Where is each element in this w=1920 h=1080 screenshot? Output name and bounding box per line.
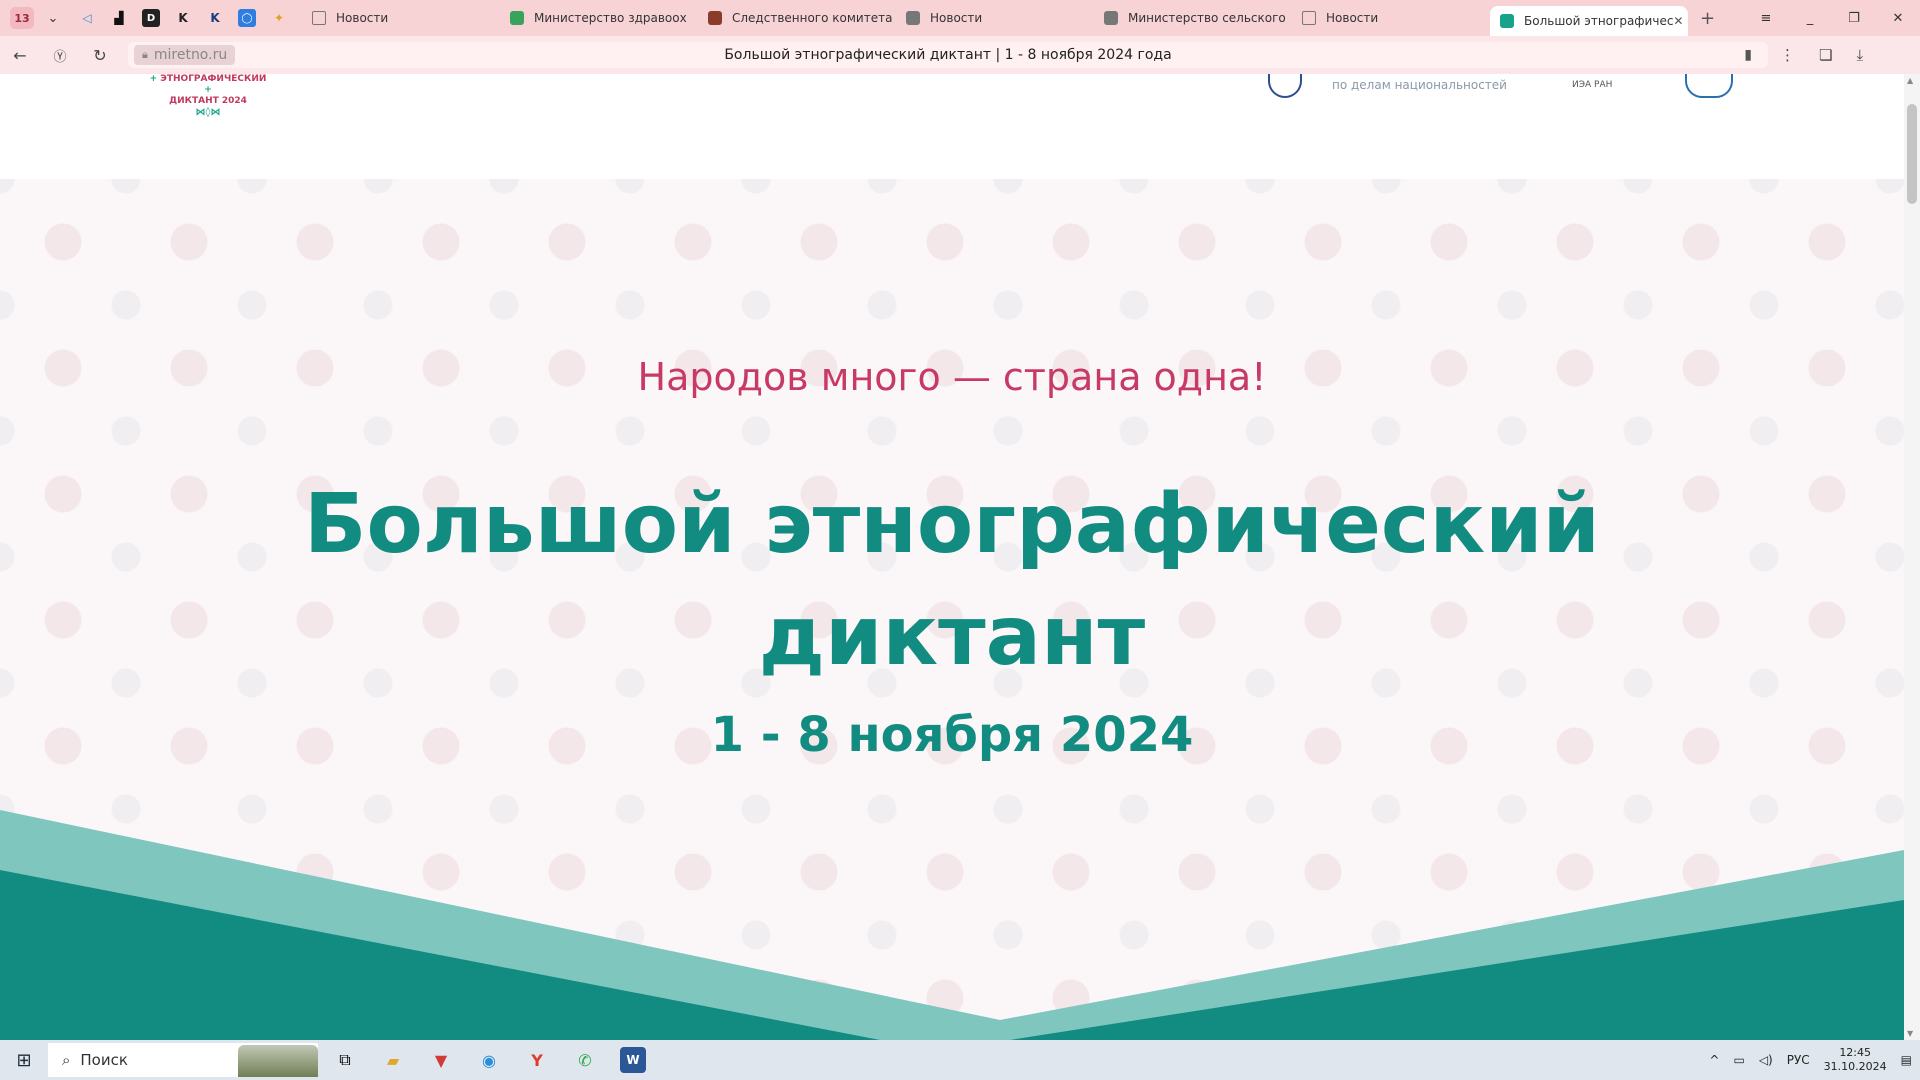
messenger-pinned-icon[interactable]: ◯	[238, 9, 256, 27]
taskbar-apps: ⧉ ▰ ▼ ◉ Y ✆ W	[332, 1047, 646, 1073]
lock-icon: 🔒︎	[142, 48, 148, 61]
windows-taskbar: ⊞ ⌕ Поиск ⧉ ▰ ▼ ◉ Y ✆ W ^ ▭ ◁) РУС 12:45…	[0, 1040, 1920, 1080]
hero-title-line-1: Большой этнографический	[303, 477, 1601, 572]
yandex-icon[interactable]: Ⓨ	[40, 46, 80, 65]
tab-label: Новости	[336, 11, 389, 25]
search-highlight-image	[238, 1045, 318, 1077]
star-pinned-icon[interactable]: ✦	[270, 9, 288, 27]
page-title-display: Большой этнографический диктант | 1 - 8 …	[724, 47, 1172, 63]
kontur-pinned-icon[interactable]: K	[206, 9, 224, 27]
browser-tab-1[interactable]: Министерство здравоох	[500, 4, 698, 32]
search-label: Поиск	[80, 1051, 128, 1069]
browser-tab-4[interactable]: Министерство сельского	[1094, 4, 1292, 32]
browser-tab-bar: 13 ⌄ ◁ ▟ D K K ◯ ✦ Новости Министерство з…	[0, 0, 1920, 36]
partner-name: по делам национальностей	[1332, 78, 1507, 92]
logo-line-1: ЭТНОГРАФИЧЕСКИЙ	[160, 74, 267, 84]
minimize-icon[interactable]: _	[1788, 11, 1832, 26]
site-header: + ЭТНОГРАФИЧЕСКИЙ + ДИКТАНТ 2024 ⋈◊⋈ по …	[0, 74, 1904, 179]
tab-label: Министерство сельского	[1128, 11, 1286, 25]
tab-strip: Новости Министерство здравоох Следственног…	[302, 0, 1688, 36]
browser-tab-0[interactable]: Новости	[302, 4, 500, 32]
notifications-icon[interactable]: ▤	[1901, 1053, 1912, 1067]
event-dates: 1 - 8 ноября 2024	[710, 707, 1194, 763]
whatsapp-icon[interactable]: ✆	[572, 1047, 598, 1073]
browser-tab-5[interactable]: Новости	[1292, 4, 1490, 32]
telegram-app-icon[interactable]: ◉	[476, 1047, 502, 1073]
tab-favicon-icon	[312, 11, 326, 25]
address-bar-actions: ⋮ ❏ ⤓	[1780, 46, 1863, 64]
tab-label: Новости	[1326, 11, 1379, 25]
telegram-pinned-icon[interactable]: ◁	[78, 9, 96, 27]
network-icon[interactable]: ▭	[1733, 1053, 1744, 1067]
window-controls: ≡ _ ❐ ✕	[1744, 0, 1920, 36]
pinned-tabs: ◁ ▟ D K K ◯ ✦	[64, 9, 288, 27]
tab-label: Следственного комитета	[732, 11, 893, 25]
url-text: miretno.ru	[153, 47, 228, 63]
ok-pinned-icon[interactable]: ▟	[110, 9, 128, 27]
close-tab-icon[interactable]: ✕	[1673, 14, 1683, 28]
url-box[interactable]: 🔒︎ miretno.ru Большой этнографический ди…	[128, 42, 1768, 68]
logo-line-2: ДИКТАНТ 2024	[169, 96, 247, 106]
tab-favicon-icon	[906, 11, 920, 25]
kinopoisk-pinned-icon[interactable]: K	[174, 9, 192, 27]
clock-date: 31.10.2024	[1823, 1060, 1887, 1073]
scroll-down-arrow-icon[interactable]: ▼	[1907, 1029, 1913, 1038]
scrollbar-thumb[interactable]	[1907, 104, 1917, 204]
speaker-icon[interactable]: ◁)	[1759, 1053, 1773, 1067]
chevron-down-icon[interactable]: ⌄	[42, 7, 64, 29]
word-icon[interactable]: W	[620, 1047, 646, 1073]
browser-tab-2[interactable]: Следственного комитета	[698, 4, 896, 32]
tab-label: Новости	[930, 11, 983, 25]
tab-favicon-icon	[1302, 11, 1316, 25]
windows-start-icon[interactable]: ⊞	[0, 1050, 48, 1071]
search-icon: ⌕	[62, 1051, 71, 1069]
yandex-browser-icon[interactable]: Y	[524, 1047, 550, 1073]
tab-favicon-icon	[708, 11, 722, 25]
back-arrow-icon[interactable]: ←	[0, 46, 40, 65]
site-logo[interactable]: + ЭТНОГРАФИЧЕСКИЙ + ДИКТАНТ 2024 ⋈◊⋈	[148, 74, 268, 118]
close-window-icon[interactable]: ✕	[1876, 11, 1920, 26]
hero-slogan: Народов много — страна одна!	[637, 355, 1267, 399]
scroll-up-arrow-icon[interactable]: ▲	[1907, 76, 1913, 85]
collections-icon[interactable]: ❏	[1819, 46, 1832, 64]
dzen-pinned-icon[interactable]: D	[142, 9, 160, 27]
tab-label: Министерство здравоох	[534, 11, 687, 25]
hero-banner: Народов много — страна одна! Большой этн…	[0, 179, 1904, 1040]
downloads-icon[interactable]: ⤓	[1856, 46, 1863, 64]
language-indicator[interactable]: РУС	[1787, 1053, 1810, 1067]
clock[interactable]: 12:45 31.10.2024	[1824, 1046, 1887, 1074]
task-view-icon[interactable]: ⧉	[332, 1047, 358, 1073]
partner-round-logo-icon[interactable]	[1685, 74, 1733, 98]
browser-tab-3[interactable]: Новости	[896, 4, 1094, 32]
browser-tab-6[interactable]: Большой этнографичес ✕	[1490, 6, 1688, 36]
tab-favicon-icon	[1500, 14, 1514, 28]
system-tray: ^ ▭ ◁) РУС 12:45 31.10.2024 ▤	[1709, 1040, 1912, 1080]
menu-icon[interactable]: ≡	[1744, 11, 1788, 26]
partner-small-label: ИЭА РАН	[1572, 80, 1613, 90]
reload-icon[interactable]: ↻	[80, 46, 120, 65]
chevron-up-icon[interactable]: ^	[1709, 1053, 1719, 1067]
taskbar-search[interactable]: ⌕ Поиск	[48, 1043, 318, 1077]
web-page: + ЭТНОГРАФИЧЕСКИЙ + ДИКТАНТ 2024 ⋈◊⋈ по …	[0, 74, 1904, 1040]
hero-title: Большой этнографический диктант	[0, 469, 1904, 693]
file-explorer-icon[interactable]: ▰	[380, 1047, 406, 1073]
antivirus-icon[interactable]: ▼	[428, 1047, 454, 1073]
partner-emblem-icon[interactable]	[1268, 74, 1302, 98]
bookmark-icon[interactable]: ▮	[1744, 47, 1752, 63]
clock-time: 12:45	[1839, 1046, 1872, 1059]
more-options-icon[interactable]: ⋮	[1780, 46, 1795, 64]
ornament-icon: ⋈◊⋈	[195, 107, 221, 118]
tab-count-badge[interactable]: 13	[10, 7, 34, 29]
hero-title-line-2: диктант	[758, 589, 1146, 684]
url-chip[interactable]: 🔒︎ miretno.ru	[134, 45, 236, 65]
tab-label: Большой этнографичес	[1524, 14, 1674, 28]
new-tab-plus-icon[interactable]: +	[1700, 8, 1715, 29]
page-scrollbar[interactable]: ▲ ▼	[1904, 74, 1920, 1040]
address-bar-row: ← Ⓨ ↻ 🔒︎ miretno.ru Большой этнографичес…	[0, 36, 1920, 74]
tab-favicon-icon	[510, 11, 524, 25]
restore-icon[interactable]: ❐	[1832, 11, 1876, 26]
decorative-wave-shape	[0, 810, 1904, 1040]
tab-favicon-icon	[1104, 11, 1118, 25]
